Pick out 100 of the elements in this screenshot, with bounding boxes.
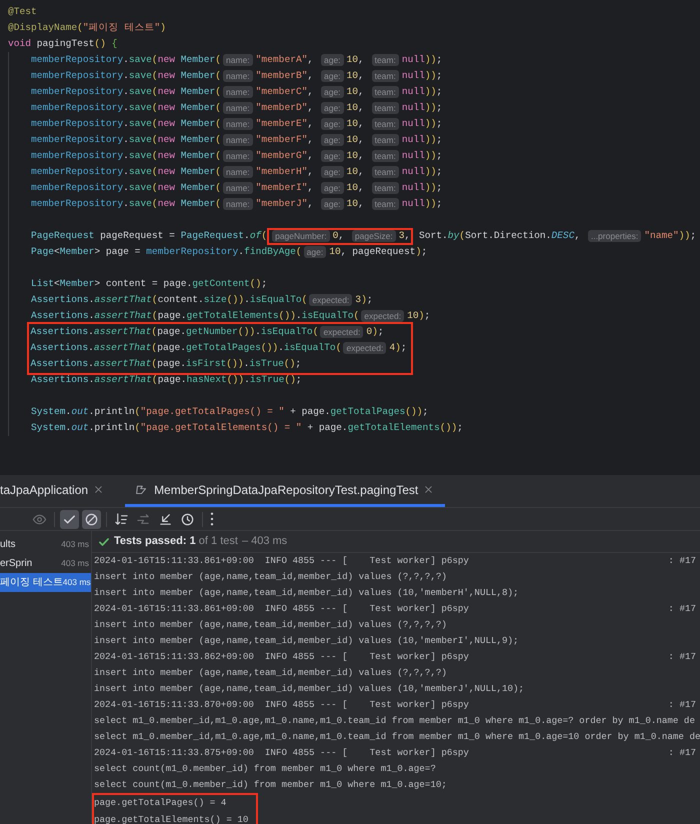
test-name: erSprin — [0, 557, 32, 571]
code-text: Page<Member> page = memberRepository.findByAge( — [31, 245, 302, 259]
tab[interactable]: taJpaApplication — [0, 475, 116, 507]
toolbar-button[interactable] — [60, 510, 79, 528]
test-name: 페이징 테스트 — [0, 576, 63, 590]
inlay-hint: team: — [372, 54, 399, 66]
code-text: Assertions.assertThat(page.getTotalElements()).isEqualTo( — [31, 309, 360, 323]
code-text: "memberI", — [256, 181, 314, 195]
code-text: 4); — [389, 341, 407, 355]
code-text: "memberH", — [256, 165, 314, 179]
more-icon — [210, 512, 214, 526]
code-text: memberRepository.save(new Member( — [31, 197, 222, 211]
log-line: : #17 — [668, 650, 697, 664]
log-line: page.getTotalElements() = 10 — [94, 812, 248, 824]
inlay-hint: age: — [321, 86, 344, 98]
code-text: "memberJ", — [256, 197, 314, 211]
code-text: memberRepository.save(new Member( — [31, 165, 222, 179]
log-line: insert into member (age,name,team_id,member_id) values (?,?,?,?) — [94, 570, 447, 584]
log-line: : #17 — [668, 698, 697, 712]
code-text: memberRepository.save(new Member( — [31, 53, 222, 67]
code-text: 10, — [346, 117, 365, 131]
check-icon — [98, 536, 110, 548]
inlay-hint: name: — [223, 102, 253, 114]
log-line: page.getTotalPages() = 4 — [94, 796, 226, 810]
test-duration: 403 ms — [62, 576, 91, 589]
log-line: 2024-01-16T15:11:33.875+09:00 INFO 4855 --- [ Test worker] p6spy — [94, 746, 469, 760]
code-text: Assertions.assertThat(page.isFirst()).isTrue(); — [30, 357, 302, 372]
code-text: "memberC", — [256, 85, 314, 99]
code-text: "memberE", — [256, 117, 314, 131]
code-text: 10, — [346, 133, 365, 147]
code-text: System.out.println("page.getTotalPages() = " + page.getTotalPages()); — [31, 405, 428, 419]
code-text: 10, pageRequest); — [329, 245, 428, 259]
inlay-hint: team: — [372, 134, 399, 146]
test-duration: 403 ms — [61, 557, 89, 570]
code-text: null)); — [402, 117, 442, 131]
inlay-hint: name: — [223, 118, 253, 130]
inlay-hint: pageNumber: — [272, 230, 330, 242]
close-icon — [94, 485, 104, 494]
test-tree-item[interactable]: ults 403 ms — [0, 535, 91, 554]
code-text: null)); — [402, 85, 442, 99]
code-text: Assertions.assertThat(page.hasNext()).isTrue(); — [31, 373, 302, 387]
inlay-hint: pageSize: — [352, 230, 396, 242]
code-text: 10); — [407, 309, 430, 323]
code-text: 10, — [346, 165, 365, 179]
code-text: 0, — [332, 229, 346, 243]
code-text: "memberG", — [256, 149, 314, 163]
code-text: memberRepository.save(new Member( — [31, 181, 222, 195]
inlay-hint: age: — [304, 246, 326, 258]
code-text: memberRepository.save(new Member( — [31, 101, 222, 115]
inlay-hint: name: — [223, 182, 253, 194]
log-line: insert into member (age,name,team_id,member_id) values (?,?,?,?) — [94, 666, 447, 680]
inlay-hint: team: — [372, 166, 399, 178]
log-line: 2024-01-16T15:11:33.870+09:00 INFO 4855 --- [ Test worker] p6spy — [94, 698, 469, 712]
test-tree-item[interactable]: 페이징 테스트403 ms — [0, 573, 91, 592]
test-tree-item[interactable]: erSprin 403 ms — [0, 554, 91, 573]
code-text: 10, — [346, 149, 365, 163]
toolbar-button[interactable] — [208, 510, 216, 528]
code-text: 10, — [346, 53, 365, 67]
code-text: Assertions.assertThat(content.size()).isEqualTo( — [31, 293, 308, 307]
code-text: memberRepository.save(new Member( — [31, 149, 222, 163]
inlay-hint: team: — [372, 150, 399, 162]
inlay-hint: age: — [321, 198, 344, 210]
toolbar-button[interactable] — [82, 510, 101, 528]
sort-icon — [114, 512, 129, 526]
log-line: select m1_0.member_id,m1_0.age,m1_0.name,m1_0.team_id from member m1_0 where m1_0.age=10 order by m1_0.name de — [94, 730, 700, 744]
inlay-hint: name: — [223, 150, 253, 162]
inlay-hint: age: — [321, 102, 344, 114]
inlay-hint: team: — [372, 182, 399, 194]
code-text: 0); — [366, 324, 384, 339]
clock-icon — [180, 512, 195, 526]
log-line: : #17 — [668, 554, 697, 568]
inlay-hint: age: — [321, 182, 344, 194]
inlay-hint: age: — [321, 150, 344, 162]
close-icon — [424, 485, 434, 494]
inlay-hint: expected: — [343, 342, 386, 354]
code-text: memberRepository.save(new Member( — [31, 85, 222, 99]
inlay-hint: expected: — [309, 294, 352, 306]
code-text: PageRequest pageRequest = PageRequest.of( — [31, 229, 268, 243]
tab[interactable]: MemberSpringDataJpaRepositoryTest.pagingTest — [125, 475, 446, 507]
status-text: Tests passed: 1 of 1 test — [114, 534, 238, 550]
export-icon — [136, 512, 151, 526]
log-line: insert into member (age,name,team_id,member_id) values (10,'memberJ',NULL,10); — [94, 682, 524, 696]
code-text: "memberD", — [256, 101, 314, 115]
inlay-hint: name: — [223, 198, 253, 210]
code-text: null)); — [402, 69, 442, 83]
code-text: List<Member> content = page.getContent(); — [31, 277, 268, 291]
code-text: Assertions.assertThat(page.getNumber()).isEqualTo( — [30, 324, 318, 339]
code-text: null)); — [402, 197, 442, 211]
log-line: : #17 — [668, 746, 697, 760]
log-line: 2024-01-16T15:11:33.862+09:00 INFO 4855 --- [ Test worker] p6spy — [94, 650, 469, 664]
stop-icon — [84, 512, 99, 526]
code-text: System.out.println("page.getTotalElements() = " + page.getTotalElements()); — [31, 421, 463, 435]
log-line: : #17 — [668, 602, 697, 616]
log-line: select m1_0.member_id,m1_0.age,m1_0.name,m1_0.team_id from member m1_0 where m1_0.age=? order by m1_0.name de — [94, 714, 695, 728]
code-text: "name")); — [644, 229, 696, 243]
code-text: 10, — [346, 69, 365, 83]
log-line: select count(m1_0.member_id) from member m1_0 where m1_0.age=10; — [94, 778, 447, 792]
import-icon — [158, 512, 173, 526]
test-duration: 403 ms — [61, 538, 89, 551]
inlay-hint: age: — [321, 118, 344, 130]
